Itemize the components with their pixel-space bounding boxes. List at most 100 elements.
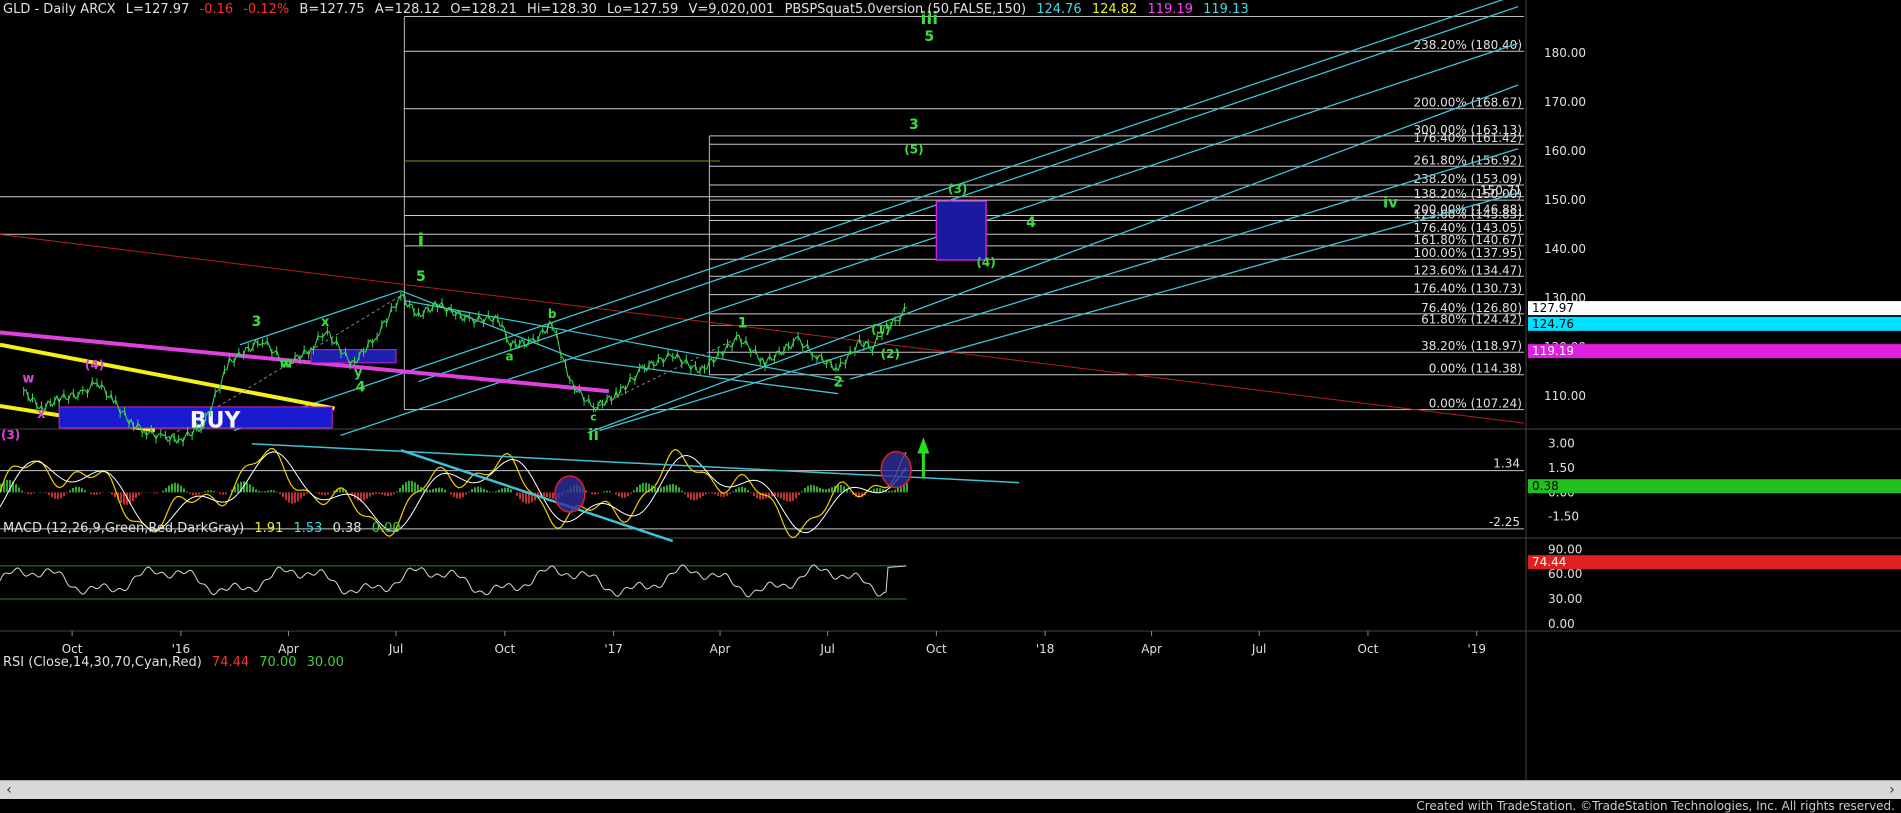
rsi-axis-tick: 60.00 [1548,567,1582,581]
macd-histogram-bar [135,492,137,498]
macd-histogram-bar [93,492,95,494]
macd-histogram-bar [273,490,275,492]
price-axis-tick: 160.00 [1544,144,1586,158]
wave-label: i [418,230,425,252]
macd-histogram-bar [438,488,440,493]
macd-histogram-bar [108,492,110,493]
macd-histogram-bar [465,492,467,494]
macd-histogram-bar [450,492,452,494]
macd-histogram-bar [789,492,791,501]
macd-axis-tick: 3.00 [1548,437,1575,451]
macd-histogram-bar [39,492,41,493]
macd-histogram-bar [552,492,554,498]
macd-histogram-bar [489,492,491,493]
macd-level-label: 1.34 [1493,457,1520,471]
macd-histogram-bar [219,492,221,494]
time-axis-label: Jul [1251,642,1266,656]
macd-histogram-bar [84,490,86,492]
macd-histogram-bar [66,492,68,493]
macd-histogram-bar [891,491,893,493]
macd-histogram-bar [153,492,155,493]
macd-histogram-bar [57,492,59,499]
macd-histogram-bar [714,492,716,494]
macd-histogram-bar [210,490,212,492]
macd-histogram-bar [174,483,176,493]
fib-level-label: 200.00% (168.67) [1413,96,1522,110]
macd-histogram-bar [33,492,35,493]
macd-histogram-bar [810,485,812,493]
macd-histogram-bar [753,492,755,496]
scroll-left-button[interactable]: ‹ [0,781,18,799]
macd-histogram-bar [255,489,257,492]
macd-histogram-bar [639,484,641,492]
macd-level-label: -2.25 [1489,515,1520,529]
macd-histogram-bar [804,488,806,492]
macd-tag-label: 0.38 [1532,479,1559,493]
fib-level-label: 138.20% (150.00) [1413,187,1522,201]
wave-label: (4) [976,255,995,269]
price-tag-box [1528,344,1901,358]
macd-histogram-bar [252,487,254,493]
ask-price: A=128.12 [375,2,440,17]
up-arrow-head [917,437,929,453]
indicator-label: PBSPSquat5.0version (50,FALSE,150) [785,2,1027,17]
macd-value-4: 0.00 [372,521,401,536]
indicator-value-4: 119.13 [1203,2,1249,17]
macd-histogram-bar [426,490,428,493]
macd-histogram-bar [693,492,695,500]
macd-signal-circle [555,476,585,512]
macd-histogram-bar [816,486,818,492]
price-tag-box [1528,301,1901,315]
fib-level-label: 123.60% (145.85) [1413,208,1522,222]
scroll-right-button[interactable]: › [1883,781,1901,799]
macd-histogram-bar [45,492,47,493]
volume: V=9,020,001 [688,2,774,17]
wave-label: b [548,307,557,321]
macd-histogram-bar [849,492,851,493]
macd-histogram-bar [399,488,401,492]
fib-level-label: 161.80% (140.67) [1413,233,1522,247]
macd-histogram-bar [501,488,503,492]
macd-histogram-bar [780,492,782,498]
macd-histogram-bar [258,491,260,493]
macd-histogram-bar [192,492,194,495]
wave-label: (2) [881,347,900,361]
cyan-channel-line [404,301,844,382]
macd-histogram-bar [63,492,65,496]
rsi-value-2: 70.00 [259,655,296,670]
macd-histogram-bar [51,492,53,497]
macd-histogram-bar [27,492,29,494]
time-axis-label: '19 [1467,642,1486,656]
macd-histogram-bar [750,492,752,493]
macd-histogram-bar [699,492,701,498]
macd-histogram-bar [213,491,215,492]
high-price: Hi=128.30 [527,2,597,17]
macd-histogram-bar [327,492,329,494]
wave-label: 2 [833,374,843,390]
price-tag-label: 124.76 [1532,317,1574,331]
macd-histogram-bar [630,492,632,493]
macd-histogram-bar [315,492,317,493]
macd-histogram-bar [747,490,749,492]
macd-histogram-bar [276,492,278,493]
time-axis-label: '18 [1036,642,1055,656]
macd-histogram-bar [807,486,809,493]
macd-histogram-bar [654,487,656,493]
macd-histogram-bar [366,492,368,498]
macd-histogram-bar [690,492,692,499]
macd-histogram-bar [744,488,746,493]
macd-histogram-bar [372,492,374,495]
macd-histogram-bar [474,487,476,492]
wave-label: (4) [85,358,104,372]
macd-histogram-bar [819,488,821,493]
macd-histogram-bar [696,492,698,499]
macd-histogram-bar [384,492,386,495]
macd-histogram-bar [717,492,719,495]
rsi-label: RSI (Close,14,30,70,Cyan,Red) [3,655,202,670]
wave-label: 3 [909,117,919,133]
macd-histogram-bar [783,492,785,500]
macd-histogram-bar [444,490,446,493]
macd-histogram-bar [297,492,299,501]
low-price: Lo=127.59 [607,2,678,17]
horizontal-scrollbar[interactable]: ‹ › [0,780,1901,799]
